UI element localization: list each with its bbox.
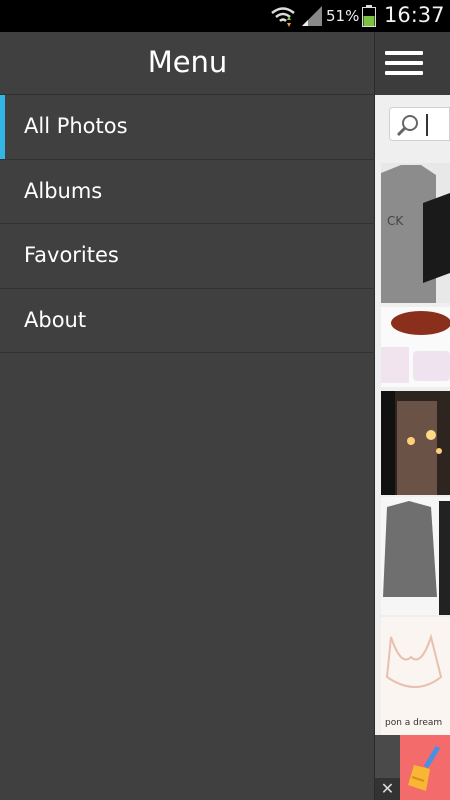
active-indicator — [0, 95, 5, 159]
broom-icon — [400, 735, 450, 800]
menu-item-label: Favorites — [24, 243, 119, 267]
search-icon — [396, 115, 418, 137]
menu-item-all-photos[interactable]: All Photos — [0, 95, 375, 160]
close-icon[interactable]: ✕ — [375, 778, 400, 800]
photo-thumbnail[interactable] — [381, 391, 450, 495]
content-toolbar — [375, 32, 450, 95]
battery-percent: 51% — [326, 7, 360, 25]
menu-item-label: All Photos — [24, 114, 128, 138]
status-bar: 51% 16:37 — [0, 0, 450, 32]
wifi-icon — [271, 7, 295, 27]
photo-content: CK pon a dream — [375, 32, 450, 800]
photo-thumbnail[interactable] — [381, 307, 450, 387]
drawer-header: Menu — [0, 32, 375, 95]
menu-item-label: About — [24, 307, 87, 332]
menu-item-favorites[interactable]: Favorites — [0, 224, 375, 289]
ad-banner[interactable]: ✕ — [375, 735, 450, 800]
ad-image[interactable] — [400, 735, 450, 800]
svg-text:CK: CK — [387, 214, 404, 228]
menu-item-albums[interactable]: Albums — [0, 160, 375, 224]
menu-list: All Photos Albums Favorites About — [0, 95, 375, 353]
menu-item-about[interactable]: About — [0, 289, 375, 353]
drawer-title: Menu — [147, 45, 228, 79]
photo-thumbnail[interactable]: pon a dream — [381, 617, 450, 737]
navigation-drawer: Menu All Photos Albums Favorites About — [0, 32, 375, 800]
svg-text:pon a dream: pon a dream — [385, 718, 442, 728]
menu-item-label: Albums — [24, 178, 103, 203]
menu-icon[interactable] — [385, 51, 423, 75]
search-input[interactable] — [389, 107, 450, 141]
battery-icon — [362, 5, 376, 27]
clock: 16:37 — [384, 3, 445, 27]
photo-thumbnail[interactable]: CK — [381, 163, 450, 303]
text-cursor — [426, 114, 428, 136]
photo-grid: CK pon a dream — [375, 95, 450, 799]
signal-icon — [302, 6, 322, 26]
photo-thumbnail[interactable] — [381, 497, 450, 615]
